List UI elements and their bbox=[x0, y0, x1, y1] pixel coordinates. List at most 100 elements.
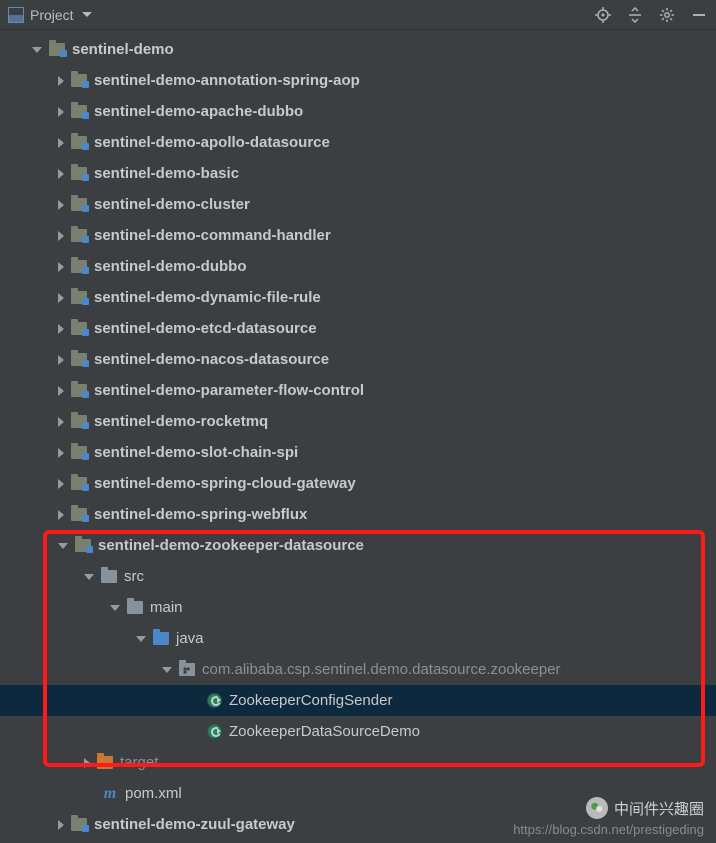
tree-row[interactable]: sentinel-demo-parameter-flow-control bbox=[0, 375, 716, 406]
tree-row[interactable]: target bbox=[0, 747, 716, 778]
tree-row[interactable]: sentinel-demo-apache-dubbo bbox=[0, 96, 716, 127]
module-icon bbox=[70, 383, 88, 399]
chevron-right-icon[interactable] bbox=[84, 758, 90, 768]
module-icon bbox=[70, 352, 88, 368]
chevron-down-icon[interactable] bbox=[32, 47, 42, 53]
chevron-down-icon[interactable] bbox=[58, 543, 68, 549]
module-icon bbox=[48, 42, 66, 58]
tree-item-label: ZookeeperConfigSender bbox=[229, 692, 392, 709]
chevron-right-icon[interactable] bbox=[58, 820, 64, 830]
tree-row[interactable]: sentinel-demo-spring-webflux bbox=[0, 499, 716, 530]
tree-item-label: sentinel-demo-etcd-datasource bbox=[94, 320, 317, 337]
tree-row[interactable]: sentinel-demo-apollo-datasource bbox=[0, 127, 716, 158]
chevron-right-icon[interactable] bbox=[58, 200, 64, 210]
tree-row[interactable]: sentinel-demo-nacos-datasource bbox=[0, 344, 716, 375]
tree-item-label: pom.xml bbox=[125, 785, 182, 802]
tree-row[interactable]: ZookeeperDataSourceDemo bbox=[0, 716, 716, 747]
tree-item-label: sentinel-demo-nacos-datasource bbox=[94, 351, 329, 368]
module-icon bbox=[70, 135, 88, 151]
gear-icon[interactable] bbox=[658, 6, 676, 24]
module-icon bbox=[70, 476, 88, 492]
chevron-right-icon[interactable] bbox=[58, 169, 64, 179]
tree-row[interactable]: sentinel-demo-zookeeper-datasource bbox=[0, 530, 716, 561]
chevron-right-icon[interactable] bbox=[58, 417, 64, 427]
module-icon bbox=[70, 228, 88, 244]
tree-item-label: sentinel-demo-apollo-datasource bbox=[94, 134, 330, 151]
tree-item-label: main bbox=[150, 599, 183, 616]
tree-row[interactable]: sentinel-demo-command-handler bbox=[0, 220, 716, 251]
tree-row[interactable]: sentinel-demo-annotation-spring-aop bbox=[0, 65, 716, 96]
tree-row[interactable]: sentinel-demo-etcd-datasource bbox=[0, 313, 716, 344]
tree-item-label: target bbox=[120, 754, 158, 771]
tree-item-label: sentinel-demo bbox=[72, 41, 174, 58]
tree-row[interactable]: sentinel-demo bbox=[0, 34, 716, 65]
tree-row[interactable]: sentinel-demo-spring-cloud-gateway bbox=[0, 468, 716, 499]
module-icon bbox=[70, 321, 88, 337]
chevron-right-icon[interactable] bbox=[58, 510, 64, 520]
watermark-text: 中间件兴趣圈 bbox=[614, 798, 704, 819]
tree-row[interactable]: sentinel-demo-dubbo bbox=[0, 251, 716, 282]
tree-row[interactable]: src bbox=[0, 561, 716, 592]
tree-item-label: sentinel-demo-spring-webflux bbox=[94, 506, 307, 523]
tree-row[interactable]: com.alibaba.csp.sentinel.demo.datasource… bbox=[0, 654, 716, 685]
panel-title[interactable]: Project bbox=[30, 7, 74, 23]
tree-row[interactable]: sentinel-demo-cluster bbox=[0, 189, 716, 220]
tree-row[interactable]: sentinel-demo-rocketmq bbox=[0, 406, 716, 437]
tree-item-label: sentinel-demo-annotation-spring-aop bbox=[94, 72, 360, 89]
chevron-right-icon[interactable] bbox=[58, 355, 64, 365]
module-icon bbox=[74, 538, 92, 554]
project-panel-icon bbox=[8, 7, 24, 23]
chevron-down-icon[interactable] bbox=[162, 667, 172, 673]
chevron-right-icon[interactable] bbox=[58, 231, 64, 241]
module-icon bbox=[70, 104, 88, 120]
tree-item-label: sentinel-demo-zuul-gateway bbox=[94, 816, 295, 833]
module-icon bbox=[70, 445, 88, 461]
tree-item-label: sentinel-demo-basic bbox=[94, 165, 239, 182]
chevron-right-icon[interactable] bbox=[58, 76, 64, 86]
tree-item-label: java bbox=[176, 630, 204, 647]
locate-icon[interactable] bbox=[594, 6, 612, 24]
tree-row[interactable]: java bbox=[0, 623, 716, 654]
module-icon bbox=[70, 259, 88, 275]
class-icon bbox=[205, 724, 223, 740]
module-icon bbox=[70, 290, 88, 306]
chevron-down-icon[interactable] bbox=[110, 605, 120, 611]
module-icon bbox=[70, 73, 88, 89]
tree-row[interactable]: sentinel-demo-slot-chain-spi bbox=[0, 437, 716, 468]
pkg-icon bbox=[178, 662, 196, 678]
tree-item-label: sentinel-demo-slot-chain-spi bbox=[94, 444, 298, 461]
chevron-down-icon[interactable] bbox=[84, 574, 94, 580]
chevron-down-icon[interactable] bbox=[136, 636, 146, 642]
tree-item-label: com.alibaba.csp.sentinel.demo.datasource… bbox=[202, 661, 561, 678]
project-tree[interactable]: sentinel-demo sentinel-demo-annotation-sp… bbox=[0, 30, 716, 840]
view-dropdown-icon[interactable] bbox=[82, 12, 92, 17]
tree-row[interactable]: sentinel-demo-dynamic-file-rule bbox=[0, 282, 716, 313]
chevron-right-icon[interactable] bbox=[58, 479, 64, 489]
chevron-right-icon[interactable] bbox=[58, 448, 64, 458]
tree-row[interactable]: main bbox=[0, 592, 716, 623]
module-icon bbox=[70, 414, 88, 430]
tree-row[interactable]: ZookeeperConfigSender bbox=[0, 685, 716, 716]
panel-header: Project bbox=[0, 0, 716, 30]
collapse-all-icon[interactable] bbox=[626, 6, 644, 24]
src-icon bbox=[152, 631, 170, 647]
chevron-right-icon[interactable] bbox=[58, 293, 64, 303]
plain-icon bbox=[100, 569, 118, 585]
tree-item-label: sentinel-demo-dynamic-file-rule bbox=[94, 289, 321, 306]
tree-item-label: sentinel-demo-parameter-flow-control bbox=[94, 382, 364, 399]
chevron-right-icon[interactable] bbox=[58, 262, 64, 272]
plain-icon bbox=[126, 600, 144, 616]
tree-item-label: sentinel-demo-spring-cloud-gateway bbox=[94, 475, 356, 492]
chevron-right-icon[interactable] bbox=[58, 386, 64, 396]
class-icon bbox=[205, 693, 223, 709]
chevron-right-icon[interactable] bbox=[58, 138, 64, 148]
watermark-url: https://blog.csdn.net/prestigeding bbox=[513, 822, 704, 837]
hide-icon[interactable] bbox=[690, 6, 708, 24]
watermark: 中间件兴趣圈 bbox=[586, 797, 704, 819]
module-icon bbox=[70, 166, 88, 182]
arrow-placeholder bbox=[188, 695, 199, 706]
chevron-right-icon[interactable] bbox=[58, 324, 64, 334]
chevron-right-icon[interactable] bbox=[58, 107, 64, 117]
maven-icon: m bbox=[101, 786, 119, 802]
tree-row[interactable]: sentinel-demo-basic bbox=[0, 158, 716, 189]
